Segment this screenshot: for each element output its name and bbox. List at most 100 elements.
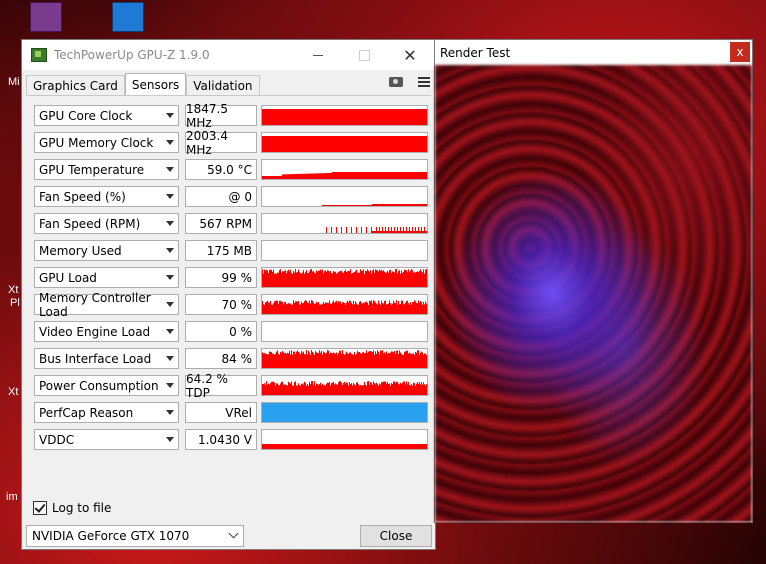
render-test-canvas	[435, 65, 752, 522]
desktop-app-icon[interactable]	[30, 2, 62, 32]
sensor-label-dropdown[interactable]: GPU Memory Clock	[34, 132, 179, 153]
log-to-file-label[interactable]: Log to file	[52, 501, 111, 515]
maximize-button[interactable]	[341, 40, 387, 70]
sensor-label-dropdown[interactable]: Fan Speed (%)	[34, 186, 179, 207]
gpuz-titlebar[interactable]: TechPowerUp GPU-Z 1.9.0 ✕	[22, 40, 435, 70]
sensor-graph	[261, 402, 428, 423]
sensor-graph	[261, 159, 428, 180]
sensor-graph	[261, 321, 428, 342]
sensor-label: GPU Core Clock	[39, 108, 133, 123]
sensor-value: 84 %	[185, 348, 257, 369]
dropdown-arrow-icon	[166, 356, 174, 361]
gpu-selector[interactable]: NVIDIA GeForce GTX 1070	[26, 525, 244, 547]
tab-validation[interactable]: Validation	[186, 75, 260, 96]
close-window-button[interactable]: ✕	[387, 40, 433, 70]
dropdown-arrow-icon	[166, 221, 174, 226]
dropdown-arrow-icon	[166, 140, 174, 145]
sensor-label-dropdown[interactable]: VDDC	[34, 429, 179, 450]
sensor-label: GPU Memory Clock	[39, 135, 154, 150]
gpuz-app-icon	[31, 48, 47, 62]
desktop-computer-icon[interactable]	[112, 2, 144, 32]
render-test-titlebar[interactable]: Render Test x	[435, 40, 752, 65]
sensor-value: 2003.4 MHz	[185, 129, 257, 157]
render-test-window: Render Test x	[434, 39, 753, 523]
tab-bar: Graphics Card Sensors Validation	[26, 73, 260, 96]
sensor-label-dropdown[interactable]: GPU Core Clock	[34, 105, 179, 126]
dropdown-arrow-icon	[166, 383, 174, 388]
sensor-label: PerfCap Reason	[39, 405, 134, 420]
desktop-icon-label-4[interactable]: Xt	[8, 386, 18, 398]
log-to-file-checkbox[interactable]	[33, 501, 47, 515]
menu-icon[interactable]	[418, 77, 430, 89]
tab-panel-divider	[26, 95, 431, 96]
sensor-graph	[261, 294, 428, 315]
dropdown-arrow-icon	[166, 302, 174, 307]
sensor-value: 64.2 % TDP	[185, 372, 257, 400]
dropdown-arrow-icon	[166, 410, 174, 415]
sensor-label-dropdown[interactable]: Fan Speed (RPM)	[34, 213, 179, 234]
dropdown-arrow-icon	[166, 329, 174, 334]
gpuz-window-title: TechPowerUp GPU-Z 1.9.0	[54, 48, 210, 62]
tab-sensors[interactable]: Sensors	[124, 73, 187, 96]
dropdown-arrow-icon	[166, 275, 174, 280]
desktop-icon-label-1[interactable]: Mi	[8, 76, 20, 88]
sensor-label: Fan Speed (RPM)	[39, 216, 141, 231]
render-test-title: Render Test	[440, 45, 511, 60]
sensor-value: @ 0	[185, 186, 257, 207]
sensor-graph	[261, 429, 428, 450]
sensor-value: 59.0 °C	[185, 159, 257, 180]
sensor-graph	[261, 132, 428, 153]
maximize-icon	[358, 49, 370, 61]
sensor-graph	[261, 375, 428, 396]
gpuz-window: TechPowerUp GPU-Z 1.9.0 ✕ Graphics Card …	[21, 39, 436, 550]
desktop-icon-label-5[interactable]: im	[6, 491, 18, 503]
sensor-value: 70 %	[185, 294, 257, 315]
sensor-label: Video Engine Load	[39, 324, 151, 339]
sensor-value: 0 %	[185, 321, 257, 342]
dropdown-arrow-icon	[166, 248, 174, 253]
sensor-label-dropdown[interactable]: Video Engine Load	[34, 321, 179, 342]
dropdown-arrow-icon	[166, 113, 174, 118]
sensor-graph	[261, 240, 428, 261]
sensor-label: GPU Temperature	[39, 162, 145, 177]
desktop-icon-label-2[interactable]: Xt	[8, 284, 18, 296]
camera-icon[interactable]	[389, 77, 403, 87]
minimize-button[interactable]	[295, 40, 341, 70]
render-test-close-button[interactable]: x	[730, 42, 750, 62]
sensor-label-dropdown[interactable]: GPU Temperature	[34, 159, 179, 180]
gpu-selector-value: NVIDIA GeForce GTX 1070	[32, 529, 190, 543]
sensor-value: 567 RPM	[185, 213, 257, 234]
sensor-graph	[261, 267, 428, 288]
sensor-label-dropdown[interactable]: Power Consumption	[34, 375, 179, 396]
sensor-label: Fan Speed (%)	[39, 189, 126, 204]
sensor-label-dropdown[interactable]: Bus Interface Load	[34, 348, 179, 369]
sensor-graph	[261, 105, 428, 126]
sensor-label-dropdown[interactable]: GPU Load	[34, 267, 179, 288]
sensor-value: 99 %	[185, 267, 257, 288]
sensor-graph	[261, 186, 428, 207]
sensor-label: Memory Controller Load	[39, 290, 151, 319]
minimize-icon	[313, 54, 323, 56]
sensor-value: 1.0430 V	[185, 429, 257, 450]
sensor-value: VRel	[185, 402, 257, 423]
sensor-label-dropdown[interactable]: PerfCap Reason	[34, 402, 179, 423]
log-to-file-control[interactable]: Log to file	[33, 501, 111, 515]
sensor-label-dropdown[interactable]: Memory Controller Load	[34, 291, 179, 319]
sensor-value: 175 MB	[185, 240, 257, 261]
sensor-value: 1847.5 MHz	[185, 102, 257, 130]
dropdown-arrow-icon	[166, 194, 174, 199]
dropdown-arrow-icon	[166, 437, 174, 442]
sensor-graph	[261, 348, 428, 369]
desktop-icon-label-3[interactable]: Pl	[10, 297, 20, 309]
sensor-graph	[261, 213, 428, 234]
sensor-label: Power Consumption	[39, 378, 159, 393]
sensor-label: GPU Load	[39, 270, 97, 285]
tab-graphics-card[interactable]: Graphics Card	[26, 75, 125, 96]
close-button[interactable]: Close	[360, 525, 432, 547]
sensor-label: Memory Used	[39, 243, 122, 258]
sensor-label-dropdown[interactable]: Memory Used	[34, 240, 179, 261]
sensor-label: VDDC	[39, 432, 75, 447]
sensor-label: Bus Interface Load	[39, 351, 152, 366]
dropdown-arrow-icon	[166, 167, 174, 172]
chevron-down-icon	[228, 528, 239, 539]
